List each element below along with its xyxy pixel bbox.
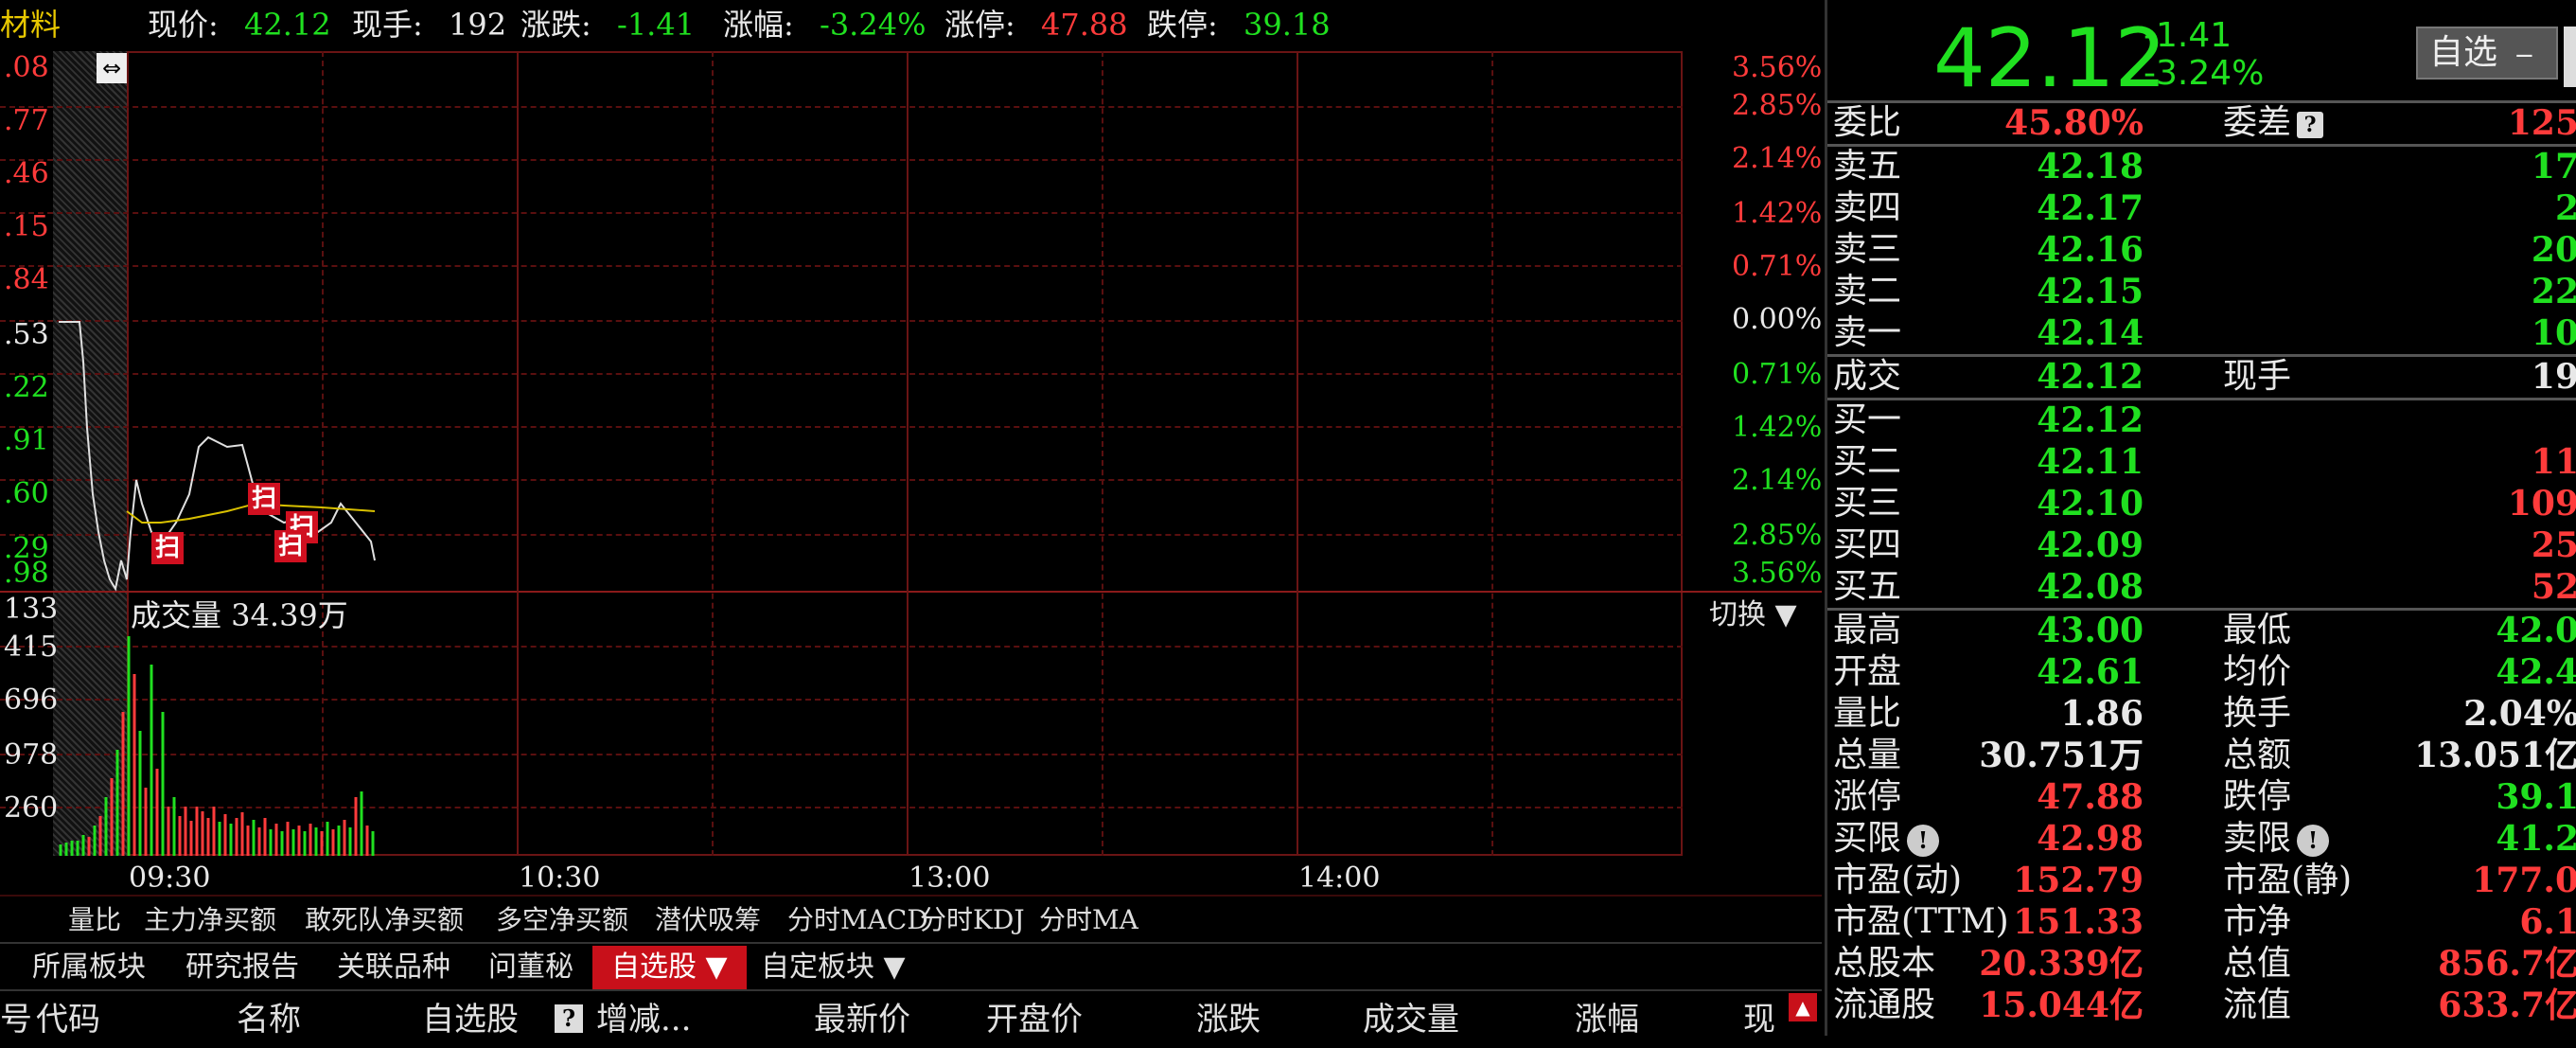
- stat-row: 市盈(TTM) 151.33 市净 6.1: [1833, 902, 2576, 942]
- time-tick: 09:30: [129, 861, 211, 895]
- order-row: 卖四 42.17 2: [1833, 188, 2576, 228]
- stat-row: 量比 1.86 换手 2.04%: [1833, 694, 2576, 734]
- order-row: 买二 42.11 11: [1833, 442, 2576, 482]
- col-header[interactable]: 现: [1743, 991, 1775, 1048]
- quote-panel: 42.12 -1.41 -3.24% 自选 − 委比 45.80% 委差? 12…: [1825, 0, 2576, 1036]
- col-header[interactable]: 号: [0, 991, 32, 1048]
- tab-custom-sector[interactable]: 自定板块 ▼: [761, 946, 906, 989]
- indicator-bar: 量比 主力净买额 敢死队净买额 多空净买额 潜伏吸筹 分时MACD 分时KDJ …: [0, 895, 1822, 944]
- change-label: 涨跌:: [520, 7, 591, 43]
- volume-bars: [59, 636, 375, 856]
- pct-value: -3.24%: [820, 7, 926, 43]
- tab-ask-secretary[interactable]: 问董秘: [488, 946, 573, 989]
- stat-row: 涨停 47.88 跌停 39.1: [1833, 777, 2576, 817]
- order-row: 买四 42.09 25: [1833, 525, 2576, 565]
- limit-down-value: 39.18: [1244, 7, 1331, 43]
- order-row: 卖一 42.14 10: [1833, 313, 2576, 353]
- time-tick: 14:00: [1298, 861, 1381, 895]
- ratio-label: 委比: [1833, 103, 1902, 142]
- stock-name: 材料: [0, 7, 62, 43]
- indicator-tab[interactable]: 量比: [68, 897, 121, 944]
- table-header: 号 代码 名称 自选股 ? 增减... 最新价 开盘价 涨跌 成交量 涨幅 现 …: [0, 989, 1822, 1039]
- col-header[interactable]: 代码: [36, 991, 100, 1048]
- order-row: 卖五 42.18 17: [1833, 147, 2576, 187]
- indicator-tab[interactable]: 主力净买额: [144, 897, 276, 944]
- hand-label: 现手:: [352, 7, 423, 43]
- warning-icon: !: [2297, 825, 2330, 857]
- indicator-tab[interactable]: 分时MACD: [787, 897, 928, 944]
- col-header[interactable]: 涨幅: [1575, 991, 1639, 1048]
- order-row: 买五 42.08 52: [1833, 567, 2576, 607]
- col-header[interactable]: 最新价: [814, 991, 910, 1048]
- deal-row: 成交 42.12 现手 19: [1833, 357, 2576, 397]
- indicator-tab[interactable]: 敢死队净买额: [305, 897, 464, 944]
- stat-row: 流通股 15.044亿 流值 633.7亿: [1833, 986, 2576, 1025]
- stat-row: 市盈(动) 152.79 市盈(静) 177.0: [1833, 861, 2576, 900]
- stat-row: 开盘 42.61 均价 42.4: [1833, 652, 2576, 692]
- tab-research[interactable]: 研究报告: [185, 946, 299, 989]
- order-row: 卖二 42.15 22: [1833, 272, 2576, 311]
- diff-value: 125: [2507, 103, 2576, 143]
- col-header[interactable]: 成交量: [1363, 991, 1459, 1048]
- panel-change: -1.41: [2144, 16, 2232, 55]
- col-header[interactable]: 自选股: [422, 991, 519, 1048]
- col-header[interactable]: 开盘价: [986, 991, 1083, 1048]
- diff-label: 委差?: [2223, 102, 2324, 144]
- stat-row: 最高 43.00 最低 42.0: [1833, 611, 2576, 650]
- watch-button[interactable]: 自选 −: [2416, 27, 2558, 80]
- quote-info-bar: 材料 现价: 42.12 现手: 192 涨跌: -1.41 涨幅: -3.24…: [0, 0, 1817, 49]
- hand-value: 192: [449, 7, 507, 43]
- ratio-row: 委比 45.80% 委差? 125: [1827, 102, 2576, 144]
- col-header[interactable]: 涨跌: [1196, 991, 1261, 1048]
- help-icon: ?: [2297, 112, 2324, 138]
- limit-up-label: 涨停:: [944, 7, 1015, 43]
- col-header[interactable]: 增减...: [596, 991, 691, 1048]
- tab-watchlist[interactable]: 自选股 ▼: [592, 946, 747, 989]
- stat-row: 总股本 20.339亿 总值 856.7亿: [1833, 944, 2576, 984]
- warning-icon: !: [1907, 825, 1940, 857]
- price-label: 现价:: [148, 7, 219, 43]
- price-value: 42.12: [244, 7, 331, 43]
- minus-icon: −: [2514, 42, 2535, 70]
- time-tick: 10:30: [519, 861, 601, 895]
- panel-price: 42.12: [1933, 11, 2167, 106]
- tab-sector[interactable]: 所属板块: [32, 946, 146, 989]
- pct-label: 涨幅:: [723, 7, 794, 43]
- scroll-up-icon[interactable]: ▲: [1789, 993, 1817, 1021]
- indicator-tab[interactable]: 分时KDJ: [920, 897, 1025, 944]
- bottom-tab-bar: 所属板块 研究报告 关联品种 问董秘 自选股 ▼ 自定板块 ▼: [0, 942, 1822, 991]
- stat-row: 买限! 42.98 卖限! 41.2: [1833, 819, 2576, 859]
- intraday-chart[interactable]: ⇔ .08 .77 .46 .15 .84 .53 .22 .91 .60 .2…: [0, 49, 1822, 906]
- stat-row: 总量 30.751万 总额 13.051亿: [1833, 736, 2576, 775]
- indicator-tab[interactable]: 分时MA: [1039, 897, 1138, 944]
- time-tick: 13:00: [909, 861, 991, 895]
- ratio-value: 45.80%: [2004, 103, 2144, 143]
- scrollbar[interactable]: [2564, 27, 2576, 87]
- watch-button-label: 自选: [2429, 33, 2498, 72]
- indicator-tab[interactable]: 潜伏吸筹: [655, 897, 761, 944]
- change-value: -1.41: [617, 7, 696, 43]
- col-header[interactable]: 名称: [237, 991, 301, 1048]
- limit-down-label: 跌停:: [1147, 7, 1218, 43]
- limit-up-value: 47.88: [1041, 7, 1128, 43]
- indicator-tab[interactable]: 多空净买额: [496, 897, 628, 944]
- order-row: 买一 42.12: [1833, 400, 2144, 440]
- tab-related[interactable]: 关联品种: [337, 946, 450, 989]
- panel-pct: -3.24%: [2144, 54, 2265, 93]
- order-row: 买三 42.10 109: [1833, 484, 2576, 524]
- help-icon: ?: [555, 1004, 583, 1033]
- order-row: 卖三 42.16 20: [1833, 230, 2576, 270]
